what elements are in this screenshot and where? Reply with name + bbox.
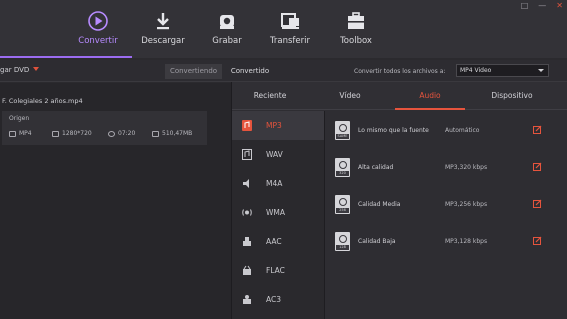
nav-item-transferir[interactable]: Transferir: [255, 10, 325, 46]
burn-disc-icon: [192, 10, 262, 32]
quality-row-high[interactable]: 320 Alta calidad MP3,320 kbps: [325, 153, 567, 190]
quality-name: Calidad Media: [358, 201, 401, 208]
audio-file-icon: 256: [335, 195, 350, 214]
nav-item-convertir[interactable]: Convertir: [63, 10, 133, 46]
format-label: AC3: [266, 295, 282, 304]
audio-file-icon: 128: [335, 232, 350, 251]
wma-icon: [242, 207, 252, 218]
edit-icon[interactable]: [533, 236, 542, 245]
file-size: 510,47MB: [162, 130, 193, 137]
format-label: WMA: [266, 208, 286, 217]
tab-converted[interactable]: Convertido: [224, 64, 276, 79]
nav-label: Convertir: [78, 36, 118, 46]
quality-value: Automático: [445, 127, 480, 134]
tab-active-indicator: [395, 108, 465, 110]
toolbox-icon: [321, 10, 391, 32]
format-label: MP3: [266, 121, 282, 130]
convert-all-label: Convertir todos los archivos a:: [354, 68, 446, 75]
file-duration: 07:20: [118, 130, 136, 137]
resolution-meta: 1280*720: [52, 130, 92, 137]
folder-icon: [152, 130, 159, 137]
tab-video[interactable]: Vídeo: [315, 91, 385, 100]
edit-icon[interactable]: [533, 125, 542, 134]
edit-icon[interactable]: [533, 199, 542, 208]
file-format-icon: [9, 130, 16, 137]
chevron-down-icon: [538, 69, 544, 72]
file-list: F. Colegiales 2 años.mp4 Origen MP4 1280…: [0, 83, 231, 319]
quality-row-source[interactable]: SAME Lo mismo que la fuente Automático: [325, 116, 567, 153]
source-info-card: Origen MP4 1280*720 07:20 510,47MB: [2, 111, 207, 145]
tab-converting[interactable]: Convertiendo: [165, 64, 222, 79]
duration-meta: 07:20: [108, 130, 135, 137]
format-item-wma[interactable]: WMA: [232, 198, 324, 227]
quality-preset-list: SAME Lo mismo que la fuente Automático 3…: [325, 111, 567, 319]
quality-name: Calidad Baja: [358, 238, 396, 245]
sub-toolbar: gar DVD Convertiendo Convertido Converti…: [0, 60, 567, 82]
audio-file-icon: SAME: [335, 121, 350, 140]
tab-reciente[interactable]: Reciente: [235, 91, 305, 100]
format-item-flac[interactable]: FLAC: [232, 256, 324, 285]
format-category-tabs: Reciente Vídeo Audio Dispositivo: [232, 82, 567, 110]
edit-icon[interactable]: [533, 162, 542, 171]
clock-icon: [108, 130, 115, 137]
main-nav: Convertir Descargar Grabar Transferir To…: [0, 0, 567, 58]
size-meta: 510,47MB: [152, 130, 192, 137]
format-item-m4a[interactable]: M4A: [232, 169, 324, 198]
flac-icon: [242, 265, 252, 276]
quality-name: Alta calidad: [358, 164, 394, 171]
mp3-icon: [242, 120, 252, 131]
download-icon: [128, 10, 198, 32]
format-item-aac[interactable]: AAC: [232, 227, 324, 256]
convert-icon: [63, 10, 133, 32]
tab-audio[interactable]: Audio: [395, 91, 465, 100]
file-format: MP4: [19, 130, 32, 137]
format-item-ac3[interactable]: AC3: [232, 285, 324, 314]
chevron-down-icon[interactable]: [33, 67, 39, 71]
quality-value: MP3,320 kbps: [445, 164, 488, 171]
nav-label: Transferir: [269, 36, 311, 46]
quality-value: MP3,256 kbps: [445, 201, 488, 208]
nav-label: Grabar: [212, 36, 242, 46]
quality-value: MP3,128 kbps: [445, 238, 488, 245]
m4a-icon: [242, 178, 252, 189]
format-dropdown-panel: Reciente Vídeo Audio Dispositivo MP3 WAV…: [231, 82, 567, 319]
output-format-value: MP4 Video: [460, 67, 492, 74]
nav-label: Toolbox: [340, 36, 372, 46]
format-label: AAC: [266, 237, 282, 246]
output-format-select[interactable]: MP4 Video: [456, 64, 549, 77]
ac3-icon: [242, 294, 252, 305]
format-item-mp3[interactable]: MP3: [232, 111, 324, 140]
audio-format-list: MP3 WAV M4A WMA AAC FLAC AC3: [232, 111, 324, 319]
format-label: M4A: [266, 179, 283, 188]
format-item-wav[interactable]: WAV: [232, 140, 324, 169]
quality-name: Lo mismo que la fuente: [358, 127, 429, 134]
tab-dispositivo[interactable]: Dispositivo: [477, 91, 547, 100]
format-meta: MP4: [9, 130, 32, 137]
format-label: WAV: [266, 150, 283, 159]
quality-row-medium[interactable]: 256 Calidad Media MP3,256 kbps: [325, 190, 567, 227]
nav-item-descargar[interactable]: Descargar: [128, 10, 198, 46]
quality-row-low[interactable]: 128 Calidad Baja MP3,128 kbps: [325, 227, 567, 264]
wav-icon: [242, 149, 252, 160]
main-toolbar: □ — ✕ Convertir Descargar Grabar Transfe…: [0, 0, 567, 58]
nav-item-grabar[interactable]: Grabar: [192, 10, 262, 46]
resolution-icon: [52, 130, 59, 137]
load-dvd-button[interactable]: gar DVD: [0, 66, 29, 74]
format-label: FLAC: [266, 266, 285, 275]
file-name: F. Colegiales 2 años.mp4: [2, 97, 83, 105]
nav-label: Descargar: [141, 36, 185, 46]
origin-label: Origen: [9, 115, 30, 122]
nav-item-toolbox[interactable]: Toolbox: [321, 10, 391, 46]
transfer-icon: [255, 10, 325, 32]
nav-active-indicator: [0, 56, 132, 58]
file-resolution: 1280*720: [62, 130, 92, 137]
aac-icon: [242, 236, 252, 247]
audio-file-icon: 320: [335, 158, 350, 177]
